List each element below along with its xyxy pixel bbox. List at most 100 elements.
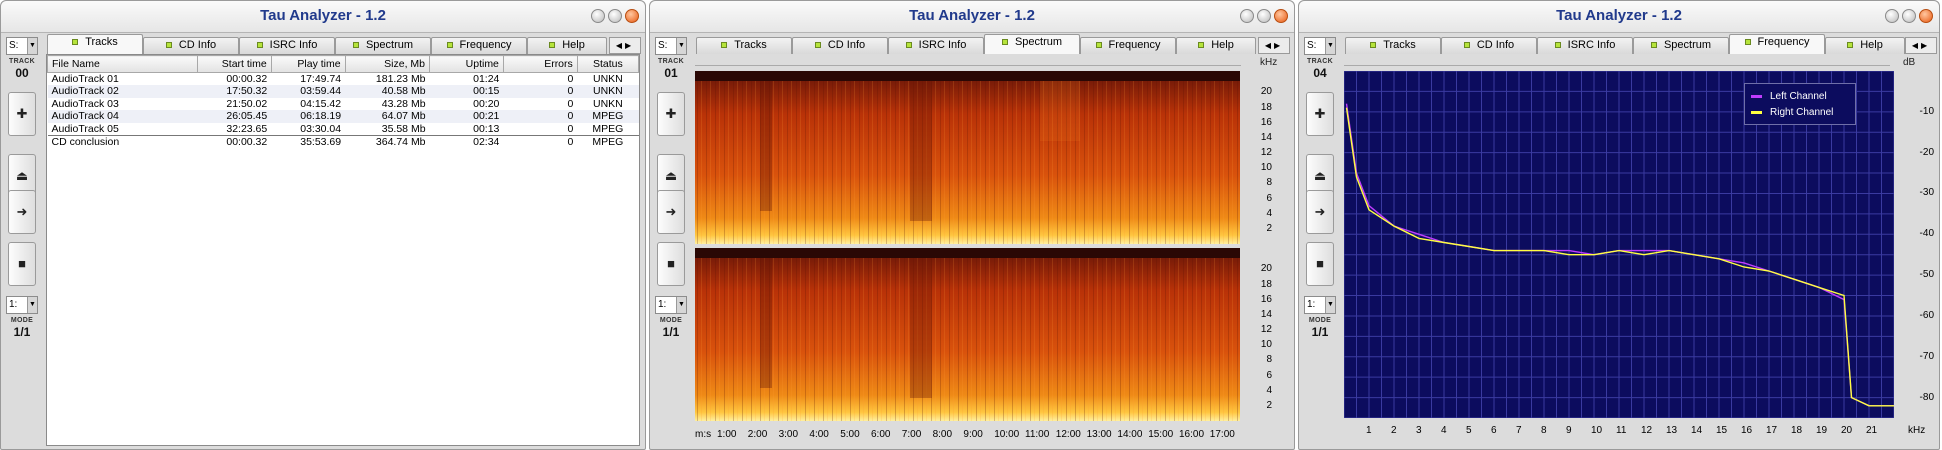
tab-tracks[interactable]: Tracks (47, 34, 143, 54)
stop-button[interactable]: ■ (8, 242, 36, 286)
khz-tick-label: 6 (1491, 425, 1497, 436)
tab-scroll-buttons[interactable]: ◀▶ (1905, 37, 1937, 54)
tab-spectrum[interactable]: Spectrum (984, 34, 1080, 54)
khz-tick-label: 12 (1260, 324, 1272, 336)
tab-frequency[interactable]: Frequency (1080, 37, 1176, 54)
chart-legend: Left Channel Right Channel (1744, 83, 1856, 125)
khz-tick-label: 16 (1260, 116, 1272, 128)
add-button[interactable]: ✚ (8, 92, 36, 136)
time-tick-label: 2:00 (747, 429, 768, 440)
tab-cd-info[interactable]: CD Info (143, 37, 239, 54)
eject-icon: ⏏ (1313, 168, 1327, 183)
tab-tracks[interactable]: Tracks (1345, 37, 1441, 54)
column-header[interactable]: Status (576, 55, 640, 73)
tab-scroll-buttons[interactable]: ◀▶ (1258, 37, 1290, 54)
arrow-right-icon: ▶ (1274, 41, 1284, 50)
tab-help[interactable]: Help (1825, 37, 1905, 54)
tab-scroll-buttons[interactable]: ◀▶ (609, 37, 641, 54)
khz-tick-label: 16 (1741, 425, 1753, 436)
next-button[interactable]: ➜ (657, 190, 685, 234)
tab-label: Frequency (459, 39, 512, 51)
column-header[interactable]: Uptime (429, 55, 504, 73)
next-icon: ➜ (1314, 204, 1326, 219)
minimize-button[interactable] (591, 9, 605, 23)
column-header[interactable]: Start time (196, 55, 272, 73)
mode-select[interactable]: 1: ▼ (6, 296, 38, 314)
khz-tick-label: 4 (1266, 207, 1272, 219)
table-cell: 0 (503, 85, 578, 98)
led-icon (814, 42, 821, 49)
arrow-right-icon: ▶ (625, 41, 635, 50)
table-row[interactable]: AudioTrack 04 26:05.45 06:18.19 64.07 Mb 00:… (47, 110, 639, 123)
column-header[interactable]: File Name (47, 55, 198, 73)
next-button[interactable]: ➜ (8, 190, 36, 234)
add-button[interactable]: ✚ (657, 92, 685, 136)
khz-tick-label: 14 (1260, 131, 1272, 143)
tab-tracks[interactable]: Tracks (696, 37, 792, 54)
stop-button[interactable]: ■ (657, 242, 685, 286)
tab-cd-info[interactable]: CD Info (1441, 37, 1537, 54)
mode-select[interactable]: 1: ▼ (1304, 296, 1336, 314)
maximize-button[interactable] (1257, 9, 1271, 23)
time-tick-label: 4:00 (809, 429, 829, 440)
khz-tick-label: 20 (1260, 86, 1272, 98)
chevron-down-icon: ▼ (1325, 297, 1335, 313)
led-icon (72, 39, 79, 46)
minimize-button[interactable] (1885, 9, 1899, 23)
khz-tick-label: 7 (1516, 425, 1522, 436)
zoom-ruler[interactable] (1344, 56, 1890, 66)
minimize-button[interactable] (1240, 9, 1254, 23)
led-icon (1847, 42, 1854, 49)
table-cell: 0 (503, 134, 578, 148)
table-row[interactable]: AudioTrack 02 17:50.32 03:59.44 40.58 Mb 00:… (47, 85, 639, 98)
table-body: AudioTrack 01 00:00.32 17:49.74 181.23 Mb 01… (47, 73, 639, 148)
tab-bar: Tracks CD Info ISRC Info Spectrum Freque… (43, 34, 643, 54)
close-button[interactable] (625, 9, 639, 23)
time-tick-label: 5:00 (840, 429, 860, 440)
tab-isrc-info[interactable]: ISRC Info (888, 37, 984, 54)
source-select[interactable]: S: ▼ (655, 37, 687, 55)
add-button[interactable]: ✚ (1306, 92, 1334, 136)
table-row[interactable]: AudioTrack 05 32:23.65 03:30.04 35.58 Mb 00:… (48, 123, 639, 136)
close-button[interactable] (1919, 9, 1933, 23)
tab-spectrum[interactable]: Spectrum (335, 37, 431, 54)
source-select[interactable]: S: ▼ (6, 37, 38, 55)
time-tick-label: 11:00 (1025, 429, 1050, 440)
led-icon (165, 42, 172, 49)
table-row[interactable]: AudioTrack 03 21:50.02 04:15.42 43.28 Mb 00:… (48, 98, 639, 111)
stop-button[interactable]: ■ (1306, 242, 1334, 286)
tab-help[interactable]: Help (527, 37, 607, 54)
tab-isrc-info[interactable]: ISRC Info (1537, 37, 1633, 54)
time-tick-label: 17:00 (1209, 429, 1235, 440)
column-header[interactable]: Size, Mb (344, 55, 431, 73)
maximize-button[interactable] (1902, 9, 1916, 23)
table-cell: 02:34 (429, 134, 504, 148)
mode-select[interactable]: 1: ▼ (655, 296, 687, 314)
time-tick-label: 9:00 (963, 429, 983, 440)
table-cell: UNKN (593, 97, 623, 110)
maximize-button[interactable] (608, 9, 622, 23)
tab-frequency[interactable]: Frequency (1729, 34, 1825, 54)
mode-label: MODE (1308, 317, 1332, 324)
next-button[interactable]: ➜ (1306, 190, 1334, 234)
table-row[interactable]: AudioTrack 01 00:00.32 17:49.74 181.23 Mb 01… (48, 73, 639, 86)
zoom-ruler[interactable] (695, 56, 1241, 66)
tab-frequency[interactable]: Frequency (431, 37, 527, 54)
led-icon (1095, 42, 1102, 49)
summary-row[interactable]: CD conclusion 00:00.32 35:53.69 364.74 Mb 02… (47, 134, 639, 148)
table-cell: 00:20 (473, 97, 500, 110)
tab-spectrum[interactable]: Spectrum (1633, 37, 1729, 54)
close-button[interactable] (1274, 9, 1288, 23)
title-bar: Tau Analyzer - 1.2 (1, 1, 645, 33)
table-cell: 17:49.74 (300, 73, 342, 85)
tab-isrc-info[interactable]: ISRC Info (239, 37, 335, 54)
column-header[interactable]: Play time (270, 55, 346, 73)
column-header[interactable]: Errors (502, 55, 578, 73)
tab-help[interactable]: Help (1176, 37, 1256, 54)
tab-label: Frequency (1757, 36, 1810, 48)
khz-tick-label: 11 (1616, 425, 1627, 436)
khz-tick-label: 16 (1260, 293, 1272, 305)
khz-tick-label: 14 (1691, 425, 1703, 436)
tab-cd-info[interactable]: CD Info (792, 37, 888, 54)
source-select[interactable]: S: ▼ (1304, 37, 1336, 55)
